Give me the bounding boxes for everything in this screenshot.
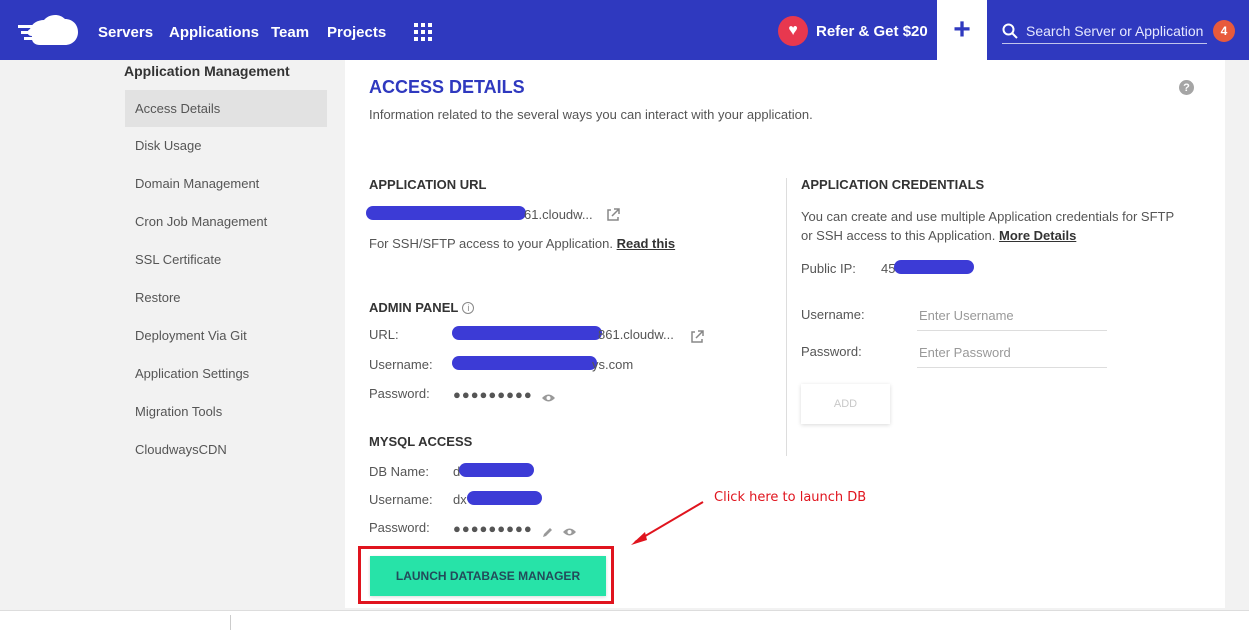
sidebar-title: Application Management <box>124 63 290 79</box>
notification-badge[interactable]: 4 <box>1213 20 1235 42</box>
eye-icon[interactable] <box>541 393 556 403</box>
sidebar-item-ssl-certificate[interactable]: SSL Certificate <box>125 241 327 278</box>
nav-servers[interactable]: Servers <box>98 24 153 41</box>
nav-team[interactable]: Team <box>271 24 309 41</box>
sidebar-item-cron-job-management[interactable]: Cron Job Management <box>125 203 327 240</box>
search-input[interactable] <box>1026 22 1206 39</box>
redacted-admin-username <box>452 356 597 370</box>
apps-grid-icon[interactable] <box>414 23 432 41</box>
eye-icon[interactable] <box>562 527 577 537</box>
sidebar-item-disk-usage[interactable]: Disk Usage <box>125 127 327 164</box>
launch-database-manager-button[interactable]: LAUNCH DATABASE MANAGER <box>370 556 606 596</box>
redacted-db-username <box>467 491 542 505</box>
admin-password-value: ●●●●●●●●● <box>453 387 533 402</box>
credentials-password-field <box>917 338 1107 368</box>
mysql-access-title: MYSQL ACCESS <box>369 434 473 449</box>
admin-panel-title: ADMIN PANEL i <box>369 300 475 315</box>
external-link-icon[interactable] <box>606 208 620 222</box>
more-details-link[interactable]: More Details <box>999 228 1076 243</box>
admin-url-label: URL: <box>369 327 399 342</box>
admin-username-label: Username: <box>369 357 433 372</box>
application-url-value[interactable]: 61.cloudw... <box>524 207 593 222</box>
read-this-link[interactable]: Read this <box>617 236 676 251</box>
admin-panel-label: ADMIN PANEL <box>369 300 459 315</box>
application-credentials-title: APPLICATION CREDENTIALS <box>801 177 985 192</box>
cloudways-logo[interactable] <box>18 14 80 48</box>
info-icon[interactable]: i <box>462 302 475 314</box>
search-bar <box>1002 18 1207 44</box>
sidebar-item-domain-management[interactable]: Domain Management <box>125 165 327 202</box>
ssh-access-label: For SSH/SFTP access to your Application. <box>369 236 613 251</box>
redacted-admin-url <box>452 326 602 340</box>
credentials-description-line2: or SSH access to this Application. More … <box>801 228 1076 243</box>
pencil-icon[interactable] <box>542 526 554 538</box>
db-password-value: ●●●●●●●●● <box>453 521 533 536</box>
ssh-access-text: For SSH/SFTP access to your Application.… <box>369 236 675 251</box>
nav-applications[interactable]: Applications <box>169 24 259 41</box>
sidebar-item-cloudwayscdn[interactable]: CloudwaysCDN <box>125 431 327 468</box>
heart-icon: ♥ <box>778 16 808 46</box>
annotation-text: Click here to launch DB <box>714 490 867 505</box>
application-url-title: APPLICATION URL <box>369 177 487 192</box>
sidebar-item-migration-tools[interactable]: Migration Tools <box>125 393 327 430</box>
password-input[interactable] <box>917 338 1107 367</box>
page-description: Information related to the several ways … <box>369 107 813 122</box>
top-navigation-bar: Servers Applications Team Projects ♥ Ref… <box>0 0 1249 60</box>
external-link-icon[interactable] <box>690 330 704 344</box>
sidebar-item-restore[interactable]: Restore <box>125 279 327 316</box>
credentials-username-label: Username: <box>801 307 865 322</box>
annotation-arrow-icon <box>631 501 704 545</box>
admin-url-value[interactable]: 861.cloudw... <box>598 327 674 342</box>
credentials-description-text: or SSH access to this Application. <box>801 228 996 243</box>
credentials-username-field <box>917 301 1107 331</box>
add-credentials-button[interactable]: ADD <box>801 384 890 424</box>
add-button[interactable]: + <box>937 0 987 60</box>
db-password-label: Password: <box>369 520 430 535</box>
bottom-bar <box>0 610 1249 630</box>
db-username-label: Username: <box>369 492 433 507</box>
redacted-public-ip <box>894 260 974 274</box>
credentials-password-label: Password: <box>801 344 862 359</box>
page-title: ACCESS DETAILS <box>369 77 525 97</box>
column-divider <box>786 178 787 456</box>
redacted-db-name <box>459 463 534 477</box>
public-ip-label: Public IP: <box>801 261 856 276</box>
sidebar-item-access-details[interactable]: Access Details <box>125 90 327 127</box>
username-input[interactable] <box>917 301 1107 330</box>
db-name-label: DB Name: <box>369 464 429 479</box>
refer-button[interactable]: ♥ Refer & Get $20 <box>778 16 928 46</box>
admin-username-value: ys.com <box>592 357 634 372</box>
credentials-description-line1: You can create and use multiple Applicat… <box>801 209 1175 224</box>
sidebar-item-deployment-via-git[interactable]: Deployment Via Git <box>125 317 327 354</box>
help-icon[interactable]: ? <box>1179 80 1194 95</box>
admin-password-label: Password: <box>369 386 430 401</box>
db-username-value: dx <box>453 492 467 507</box>
sidebar-item-application-settings[interactable]: Application Settings <box>125 355 327 392</box>
bottom-divider <box>230 615 231 630</box>
redacted-url <box>366 206 526 220</box>
refer-label: Refer & Get $20 <box>816 22 928 40</box>
search-icon <box>1002 23 1018 39</box>
nav-projects[interactable]: Projects <box>327 24 386 41</box>
